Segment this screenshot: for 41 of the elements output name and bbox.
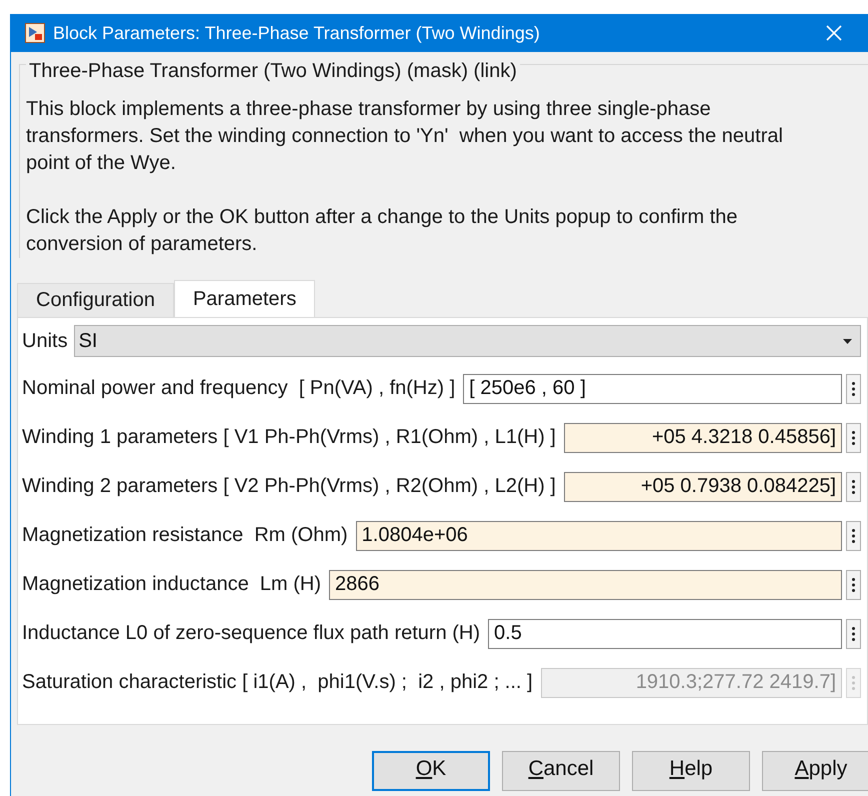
parameter-label: Inductance L0 of zero-sequence flux path return (H) xyxy=(22,622,480,645)
dialog-button[interactable]: Cancel xyxy=(502,751,620,791)
parameter-field[interactable]: +05 4.3218 0.45856] xyxy=(564,422,842,452)
parameter-label: Winding 1 parameters [ V1 Ph-Ph(Vrms) , R1(Ohm) , L1(H) ] xyxy=(22,426,556,449)
vertical-dots-icon xyxy=(852,578,855,592)
parameter-label: Saturation characteristic [ i1(A) , phi1(V.s) ; i2 , phi2 ; ... ] xyxy=(22,671,533,694)
parameter-field[interactable]: 1.0804e+06 xyxy=(356,520,842,550)
parameter-label: Magnetization resistance Rm (Ohm) xyxy=(22,524,348,547)
tab[interactable]: Parameters xyxy=(174,280,316,317)
vertical-dots-icon xyxy=(852,430,855,444)
more-options-button[interactable] xyxy=(846,618,861,648)
more-options-button[interactable] xyxy=(846,374,861,404)
vertical-dots-icon xyxy=(852,382,855,396)
more-options-button[interactable] xyxy=(846,520,861,550)
dialog-button[interactable]: Help xyxy=(632,751,750,791)
dialog-button[interactable]: Apply xyxy=(762,751,868,791)
vertical-dots-icon xyxy=(852,626,855,640)
more-options-button[interactable] xyxy=(846,570,861,600)
description-text: This block implements a three-phase transformer by using three single-phase transformers. Set the winding connection to 'Yn' when you want to access the neutral point of the Wye. xyxy=(26,97,784,176)
parameter-label: Nominal power and frequency [ Pn(VA) , fn(Hz) ] xyxy=(22,377,456,400)
parameter-field[interactable]: 2866 xyxy=(329,570,842,600)
vertical-dots-icon xyxy=(852,528,855,542)
parameter-field[interactable]: [ 250e6 , 60 ] xyxy=(463,374,842,404)
more-options-button[interactable] xyxy=(846,472,861,502)
vertical-dots-icon xyxy=(852,480,855,494)
parameter-label: Magnetization inductance Lm (H) xyxy=(22,573,322,596)
tab[interactable]: Configuration xyxy=(17,283,174,317)
parameter-field[interactable]: +05 0.7938 0.084225] xyxy=(564,472,842,502)
units-label: Units xyxy=(22,330,68,352)
description-text: Click the Apply or the OK button after a change to the Units popup to confirm the conversion of parameters. xyxy=(26,205,739,257)
parameter-field[interactable]: 0.5 xyxy=(488,618,842,648)
app-icon xyxy=(25,23,45,43)
group-title: Three-Phase Transformer (Two Windings) (mask) (link) xyxy=(26,60,520,83)
close-icon[interactable] xyxy=(826,25,842,41)
more-options-button[interactable] xyxy=(846,422,861,452)
window-title: Block Parameters: Three-Phase Transformer (Two Windings) xyxy=(53,22,541,44)
caret-icon xyxy=(843,338,852,344)
vertical-dots-icon xyxy=(852,676,855,690)
units-dropdown[interactable]: SI xyxy=(74,325,861,357)
dialog-button[interactable]: OK xyxy=(372,751,490,791)
parameter-label: Winding 2 parameters [ V2 Ph-Ph(Vrms) , R2(Ohm) , L2(H) ] xyxy=(22,475,556,498)
